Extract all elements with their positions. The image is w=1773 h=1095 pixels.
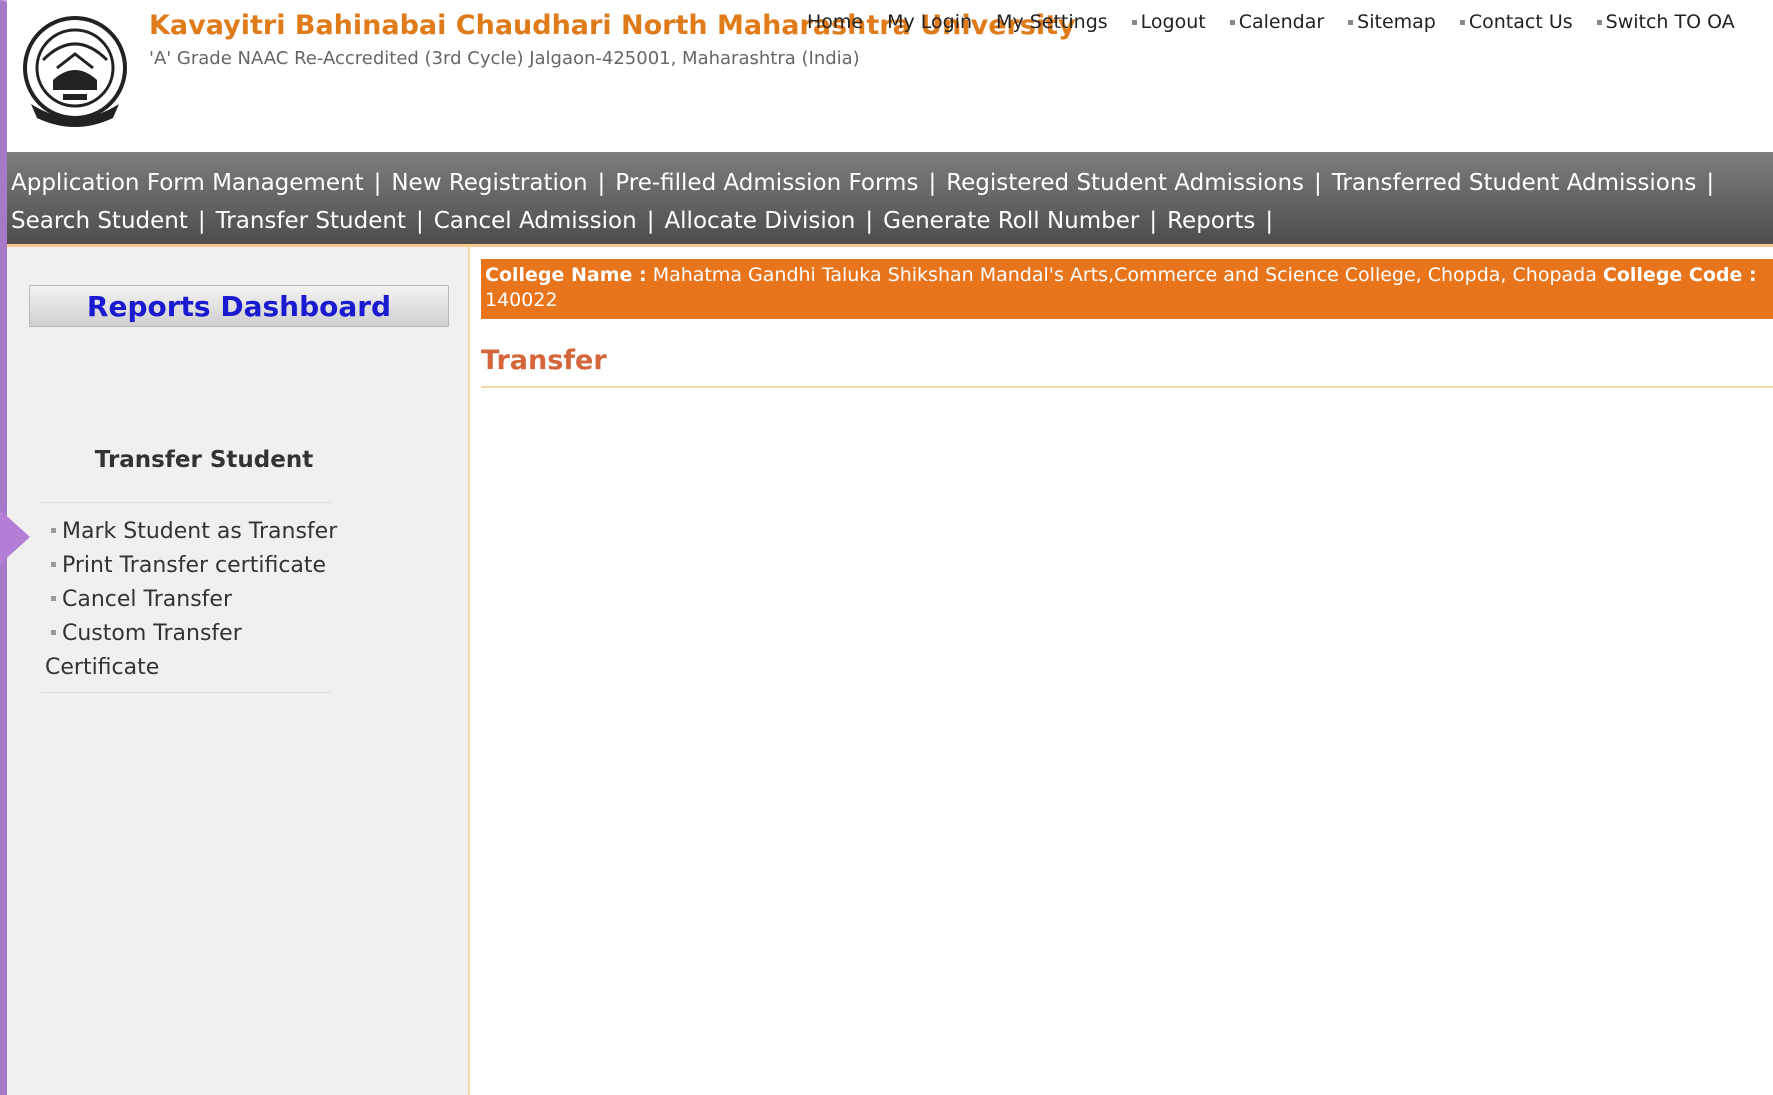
nav-reports[interactable]: Reports — [1167, 208, 1255, 234]
nav-row-2: Search Student | Transfer Student | Cancel… — [11, 202, 1769, 240]
university-seal-icon — [23, 16, 127, 127]
nav-separator: | — [197, 208, 206, 234]
top-links: Home My Login My Settings Logout Calenda… — [807, 11, 1759, 33]
reports-dashboard-button[interactable]: Reports Dashboard — [29, 285, 449, 327]
sidebar: Reports Dashboard Transfer Student Mark … — [7, 247, 470, 1095]
sidebar-heading: Transfer Student — [94, 447, 314, 473]
nav-separator: | — [415, 208, 424, 234]
calendar-link[interactable]: Calendar — [1229, 11, 1324, 33]
main-navbar: Application Form Management | New Registr… — [7, 152, 1773, 244]
nav-prefilled-admission-forms[interactable]: Pre-filled Admission Forms — [615, 170, 918, 196]
college-info-bar: College Name : Mahatma Gandhi Taluka Shi… — [481, 259, 1773, 319]
university-subtitle: 'A' Grade NAAC Re-Accredited (3rd Cycle)… — [149, 48, 860, 69]
nav-row-1: Application Form Management | New Registr… — [11, 164, 1769, 202]
main-content: College Name : Mahatma Gandhi Taluka Shi… — [480, 247, 1773, 1095]
college-code-label: College Code : — [1602, 264, 1757, 286]
nav-separator: | — [1149, 208, 1158, 234]
bullet-icon — [51, 629, 56, 635]
nav-separator: | — [646, 208, 655, 234]
sidebar-item-print-transfer-certificate[interactable]: Print Transfer certificate — [45, 549, 345, 583]
switch-to-oa-link[interactable]: Switch TO OA — [1596, 11, 1735, 33]
nav-search-student[interactable]: Search Student — [11, 208, 188, 234]
bullet-icon — [51, 561, 56, 567]
my-settings-link[interactable]: My Settings — [996, 11, 1108, 33]
title-divider — [481, 386, 1773, 388]
nav-transfer-student[interactable]: Transfer Student — [216, 208, 406, 234]
nav-separator: | — [1265, 208, 1274, 234]
sidebar-item-custom-transfer-certificate[interactable]: Custom Transfer Certificate — [45, 617, 285, 685]
nav-allocate-division[interactable]: Allocate Division — [664, 208, 855, 234]
nav-separator: | — [1314, 170, 1322, 196]
sidebar-item-mark-student-as-transfer[interactable]: Mark Student as Transfer — [45, 515, 345, 549]
sidebar-menu: Mark Student as Transfer Print Transfer … — [45, 515, 345, 685]
nav-separator: | — [928, 170, 937, 196]
bullet-icon — [1131, 19, 1137, 25]
college-code: 140022 — [485, 289, 558, 311]
nav-separator: | — [373, 170, 382, 196]
bullet-icon — [51, 527, 56, 533]
bullet-icon — [51, 595, 56, 601]
pointer-arrow-icon — [0, 510, 30, 564]
sidebar-divider — [41, 692, 331, 693]
nav-registered-student-admissions[interactable]: Registered Student Admissions — [946, 170, 1304, 196]
bullet-icon — [1459, 19, 1465, 25]
sidebar-divider — [41, 502, 331, 503]
bullet-icon — [1348, 19, 1354, 25]
nav-generate-roll-number[interactable]: Generate Roll Number — [883, 208, 1139, 234]
college-name-label: College Name : — [485, 264, 647, 286]
nav-separator: | — [597, 170, 606, 196]
nav-separator: | — [865, 208, 874, 234]
logout-link[interactable]: Logout — [1131, 11, 1206, 33]
contact-us-link[interactable]: Contact Us — [1459, 11, 1573, 33]
home-link[interactable]: Home — [807, 11, 863, 33]
college-name: Mahatma Gandhi Taluka Shikshan Mandal's … — [652, 264, 1597, 286]
my-login-link[interactable]: My Login — [887, 11, 972, 33]
nav-application-form-management[interactable]: Application Form Management — [11, 170, 364, 196]
site-header: Kavayitri Bahinabai Chaudhari North Maha… — [7, 0, 1773, 152]
page-title: Transfer — [481, 345, 607, 376]
bullet-icon — [1596, 19, 1602, 25]
nav-cancel-admission[interactable]: Cancel Admission — [434, 208, 637, 234]
sidebar-item-cancel-transfer[interactable]: Cancel Transfer — [45, 583, 345, 617]
nav-transferred-student-admissions[interactable]: Transferred Student Admissions — [1332, 170, 1697, 196]
nav-separator: | — [1706, 170, 1715, 196]
nav-new-registration[interactable]: New Registration — [391, 170, 587, 196]
sitemap-link[interactable]: Sitemap — [1348, 11, 1436, 33]
bullet-icon — [1229, 19, 1235, 25]
